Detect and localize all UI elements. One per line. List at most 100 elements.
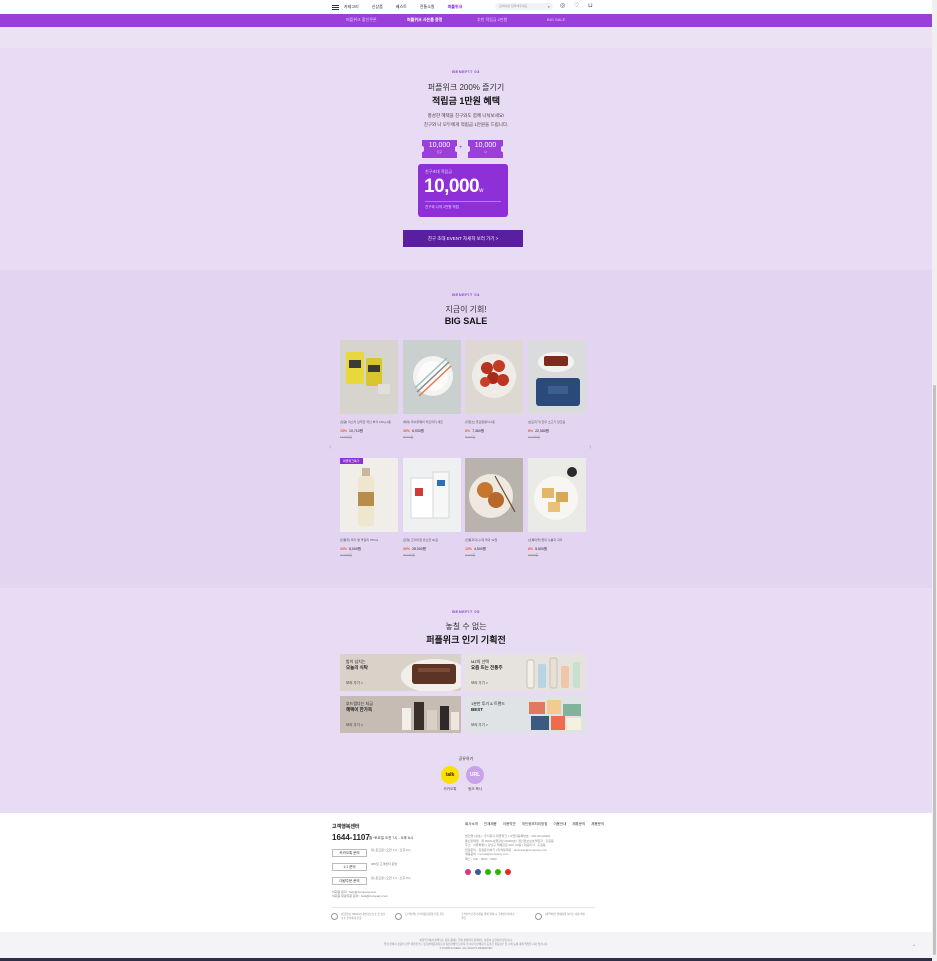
- coupon-friend-label: 친구: [436, 150, 443, 154]
- youtube-icon[interactable]: [505, 869, 511, 875]
- kakaotalk-inquiry-button[interactable]: 카카오톡 문의: [332, 849, 367, 857]
- product-original-price: 12,600원: [340, 435, 352, 439]
- kakaotalk-icon: talk: [445, 772, 455, 778]
- reward-card-caption: 친구초대 적립금: [425, 169, 452, 174]
- cart-icon[interactable]: ⊔: [587, 3, 594, 10]
- product-card[interactable]: [일광] 이스리 납작한 국산 부각 150g 2종 15% 10,710원 12…: [340, 340, 398, 439]
- heart-icon[interactable]: ♡: [573, 3, 580, 10]
- product-image[interactable]: [528, 458, 586, 532]
- footer-link-privacy[interactable]: 개인정보처리방침: [522, 822, 548, 827]
- scroll-top-button[interactable]: ^: [913, 943, 915, 948]
- scrollbar-thumb[interactable]: [933, 385, 936, 955]
- tab-referral[interactable]: 추천 적립금 2만원: [477, 17, 507, 23]
- footer-link-about[interactable]: 회사소개: [465, 822, 478, 827]
- promo-banner[interactable]: 밥이 넘치는 오늘의 식탁 보러 가기 >: [340, 654, 461, 691]
- product-card[interactable]: [남도미가] 한우 소고기 장조림 8% 22,080원 24,000원: [528, 340, 586, 439]
- top-header: 카테고리 신상품 베스트 전통소원 퍼플위크 검색어를 입력해주세요 ⌕ ◎ ♡…: [0, 0, 932, 14]
- naver-blog-icon[interactable]: [485, 869, 491, 875]
- footer-link-guide[interactable]: 이용안내: [553, 822, 566, 827]
- footer-link-terms[interactable]: 이용약관: [503, 822, 516, 827]
- product-image[interactable]: [403, 458, 461, 532]
- cert-payment: [내역확인] 결제대행 서비스 이용 확인: [535, 913, 590, 920]
- promo-banner[interactable]: 부드럽다는 지금 혜택이 한가득 보러 가기 >: [340, 696, 461, 733]
- search-input[interactable]: 검색어를 입력해주세요 ⌕: [495, 3, 553, 10]
- promo-banner[interactable]: MZ의 선택 요즘 뜨는 전통주 보러 가기 >: [465, 654, 586, 691]
- product-image[interactable]: [465, 458, 523, 532]
- benefit-03-desc-1: 풍성한 혜택을 친구와도 함께 나눠보세요!: [427, 113, 505, 118]
- product-name[interactable]: [초록마을] 현미 누룽지 과자: [528, 538, 586, 546]
- product-image[interactable]: [465, 340, 523, 414]
- tab-coupon[interactable]: 퍼플위크 할인쿠폰: [346, 17, 377, 23]
- tab-big-sale[interactable]: BIG SALE: [547, 17, 565, 22]
- product-card[interactable]: [취향소] 곶감말랭이 2종 8% 7,360원 8,000원: [465, 340, 523, 439]
- nav-traditional[interactable]: 전통소원: [420, 4, 435, 10]
- product-name[interactable]: [일광] 이스리 납작한 국산 부각 150g 2종: [340, 420, 398, 428]
- product-photo-makgeolli: [340, 458, 398, 532]
- product-name[interactable]: [취향소] 곶감말랭이 2종: [465, 420, 523, 428]
- facebook-icon[interactable]: [475, 869, 481, 875]
- footer-copyright: © PURPLE WEEK. ALL RIGHTS RESERVED: [439, 947, 493, 950]
- product-name[interactable]: [전통과자] 수제 약과 12입: [465, 538, 523, 546]
- banner-line-2: 오늘의 식탁: [346, 665, 368, 670]
- product-discount: 30%: [403, 547, 411, 551]
- location-icon[interactable]: ◎: [559, 3, 566, 10]
- kakaotalk-inquiry-info: 월~토요일 | 오전 7시 - 오후 6시: [371, 848, 411, 852]
- naver-post-icon[interactable]: [495, 869, 501, 875]
- banner-more-link[interactable]: 보러 가기 >: [346, 681, 363, 686]
- one-to-one-inquiry-button[interactable]: 1:1 문의: [332, 863, 367, 871]
- product-image[interactable]: 퍼플위크특가: [340, 458, 398, 532]
- footer-link-careers[interactable]: 인재채용: [484, 822, 497, 827]
- product-image[interactable]: [340, 340, 398, 414]
- footer-divider: [332, 907, 595, 908]
- banner-text: 밥이 넘치는 오늘의 식탁: [346, 659, 396, 671]
- banner-more-link[interactable]: 보러 가기 >: [471, 681, 488, 686]
- footer-link-partnership[interactable]: 제휴문의: [572, 822, 585, 827]
- product-name[interactable]: [헤이] 테이블웨어 커트러리 세트: [403, 420, 461, 428]
- tab-gift[interactable]: 퍼플위크 사은품 증정: [407, 17, 442, 23]
- banner-line-1: MZ의 선택: [471, 659, 489, 664]
- product-image[interactable]: [403, 340, 461, 414]
- product-card[interactable]: [한정] 프리미엄 유산균 30포 30% 28,000원 40,000원: [403, 458, 461, 557]
- promo-banner[interactable]: 1분만 투기 & 트렌드 BEST 보러 가기 >: [465, 696, 586, 733]
- coupon-me-amount: 10,000: [474, 142, 497, 149]
- product-card[interactable]: [헤이] 테이블웨어 커트러리 세트 30% 6,930원 9,900원: [403, 340, 461, 439]
- product-name[interactable]: [한정] 프리미엄 유산균 30포: [403, 538, 461, 546]
- cert-isms: [인증번호 ISMS-P] 개인정보보호 및 정보보호 관리체계 인증: [331, 913, 386, 920]
- footer-bottom-bar: 퍼플위크에서 판매되는 상품 중에는 입점 판매자가 판매하는 상품이 포함되어…: [0, 932, 932, 961]
- header-inner: 카테고리 신상품 베스트 전통소원 퍼플위크 검색어를 입력해주세요 ⌕ ◎ ♡…: [332, 0, 596, 14]
- payment-badge-icon: [535, 913, 542, 920]
- link-icon: URL: [469, 772, 481, 778]
- benefit-03-desc-2: 친구와 나 모두에게 적립금 1만원을 드립니다.: [423, 122, 509, 127]
- nav-new[interactable]: 신상품: [372, 4, 383, 10]
- product-card[interactable]: [전통과자] 수제 약과 12입 10% 4,500원 5,000원: [465, 458, 523, 557]
- product-image[interactable]: [528, 340, 586, 414]
- carousel-next-button[interactable]: ›: [589, 442, 592, 451]
- product-name[interactable]: [전통주] 우리 쌀 막걸리 750ml: [340, 538, 398, 546]
- product-photo-probiotics: [403, 458, 461, 532]
- product-photo-crackers: [528, 458, 586, 532]
- banner-more-link[interactable]: 보러 가기 >: [346, 723, 363, 728]
- product-card[interactable]: [초록마을] 현미 누룽지 과자 8% 5,500원 6,000원: [528, 458, 586, 557]
- banner-more-link[interactable]: 보러 가기 >: [471, 723, 488, 728]
- product-name[interactable]: [남도미가] 한우 소고기 장조림: [528, 420, 586, 428]
- nav-category[interactable]: 카테고리: [344, 4, 359, 10]
- footer-link-recruit[interactable]: 채용문의: [591, 822, 604, 827]
- instagram-icon[interactable]: [465, 869, 471, 875]
- customer-center-hours: 월~토요일 오전 7시 - 오후 6시: [369, 836, 414, 840]
- section-spacer: [0, 27, 932, 48]
- product-card[interactable]: 퍼플위크특가 [전통주] 우리 쌀 막걸리 750ml 20% 8,000원 10…: [340, 458, 398, 557]
- page-scrollbar[interactable]: [932, 0, 937, 961]
- carousel-prev-button[interactable]: ‹: [329, 442, 332, 451]
- referral-event-button[interactable]: 친구 초대 EVENT 자세히 보러 가기 >: [403, 230, 523, 247]
- product-photo-yakgwa: [465, 458, 523, 532]
- reward-card: 친구초대 적립금 10,000w 친구와 나의 1만원 적립: [418, 164, 508, 217]
- reward-amount-value: 10,000: [424, 176, 480, 197]
- search-icon[interactable]: ⌕: [548, 4, 550, 9]
- product-photo-cutlery: [403, 340, 461, 414]
- hamburger-icon[interactable]: [332, 4, 339, 10]
- nav-purpleweek[interactable]: 퍼플위크: [448, 4, 463, 10]
- kakaotalk-share-button[interactable]: talk: [441, 766, 459, 784]
- nav-best[interactable]: 베스트: [396, 4, 407, 10]
- bulk-order-inquiry-button[interactable]: 대량주문 문의: [332, 877, 367, 885]
- url-copy-button[interactable]: URL: [466, 766, 484, 784]
